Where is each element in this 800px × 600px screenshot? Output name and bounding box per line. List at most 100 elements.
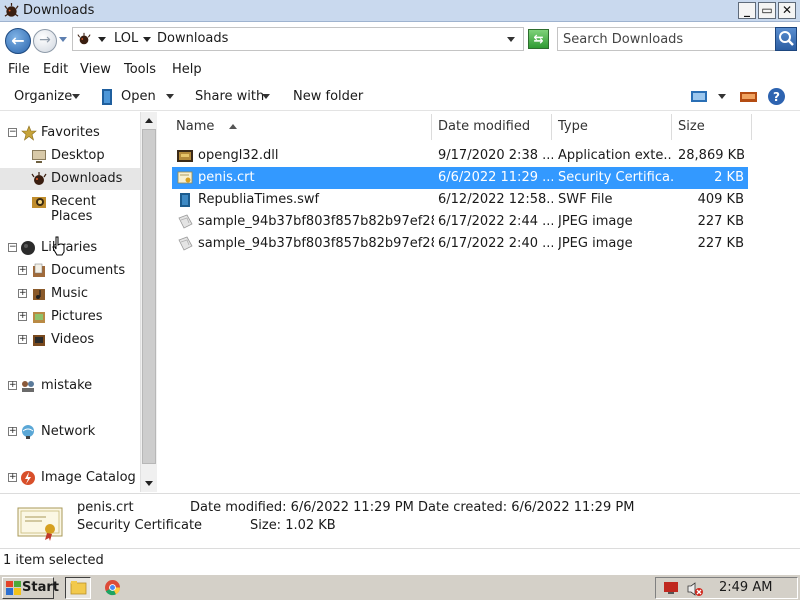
- nav-label-downloads: Downloads: [51, 171, 123, 186]
- music-icon: [33, 289, 45, 300]
- expand-icon[interactable]: +: [18, 335, 27, 344]
- file-row[interactable]: opengl32.dll 9/17/2020 2:38 ... Applicat…: [172, 145, 748, 167]
- start-button[interactable]: Start: [2, 577, 59, 599]
- videos-icon: [33, 335, 45, 346]
- nav-item-network[interactable]: + Network: [0, 421, 140, 443]
- expand-icon[interactable]: +: [8, 381, 17, 390]
- share-with-button[interactable]: Share with: [195, 89, 264, 104]
- menu-edit[interactable]: Edit: [43, 62, 68, 77]
- search-box: [557, 27, 797, 51]
- refresh-button[interactable]: ⇆: [528, 29, 549, 49]
- expand-icon[interactable]: +: [8, 427, 17, 436]
- breadcrumb-item-lol[interactable]: LOL: [114, 31, 138, 46]
- chevron-down-icon[interactable]: [98, 37, 106, 42]
- nav-item-mistake[interactable]: + mistake: [0, 375, 140, 397]
- scroll-thumb[interactable]: [142, 129, 156, 464]
- nav-item-image-catalog[interactable]: + Image Catalog: [0, 467, 140, 489]
- file-date: 6/17/2022 2:40 ...: [438, 236, 553, 251]
- expand-icon[interactable]: +: [18, 289, 27, 298]
- search-input[interactable]: [563, 30, 769, 48]
- command-bar: Organize Open Share with New folder ?: [0, 83, 800, 111]
- action-center-icon[interactable]: [663, 581, 679, 595]
- nav-label-music: Music: [51, 286, 88, 301]
- nav-item-libraries[interactable]: − Libraries: [0, 237, 140, 259]
- close-button[interactable]: ✕: [778, 2, 796, 19]
- taskbar-explorer-button[interactable]: [65, 577, 91, 599]
- breadcrumb[interactable]: LOL Downloads: [72, 27, 524, 51]
- windows-logo-icon: [6, 581, 21, 595]
- hand-cursor-icon: [52, 236, 65, 256]
- title-bar[interactable]: Downloads _ ▭ ✕: [0, 0, 800, 22]
- details-date-created: Date created: 6/6/2022 11:29 PM: [418, 500, 635, 515]
- expand-icon[interactable]: +: [18, 266, 27, 275]
- new-folder-button[interactable]: New folder: [293, 89, 363, 104]
- dll-file-icon: [177, 150, 193, 162]
- open-button[interactable]: Open: [121, 89, 156, 104]
- address-history-dropdown[interactable]: [507, 37, 515, 42]
- collapse-icon[interactable]: −: [8, 243, 17, 252]
- jpeg-file-icon: [178, 214, 193, 229]
- column-header-date-modified[interactable]: Date modified: [432, 114, 552, 140]
- minimize-button[interactable]: _: [738, 2, 756, 19]
- help-icon[interactable]: ?: [767, 87, 786, 106]
- file-row[interactable]: sample_94b37bf803f857b82b97ef280... 6/17…: [172, 233, 748, 255]
- file-row-selected[interactable]: penis.crt 6/6/2022 11:29 ... Security Ce…: [172, 167, 748, 189]
- column-header-name[interactable]: Name: [170, 114, 432, 140]
- organize-button[interactable]: Organize: [14, 89, 72, 104]
- collapse-icon[interactable]: −: [8, 128, 17, 137]
- details-file-type: Security Certificate: [77, 518, 203, 533]
- back-button[interactable]: ←: [5, 28, 31, 54]
- expand-icon[interactable]: +: [8, 473, 17, 482]
- column-label-date-modified: Date modified: [438, 119, 531, 134]
- menu-tools[interactable]: Tools: [124, 62, 156, 77]
- chevron-down-icon[interactable]: [72, 94, 80, 99]
- search-icon[interactable]: [775, 27, 797, 51]
- menu-view[interactable]: View: [80, 62, 111, 77]
- chevron-down-icon[interactable]: [262, 94, 270, 99]
- file-name: sample_94b37bf803f857b82b97ef280...: [198, 214, 434, 229]
- preview-pane-icon[interactable]: [740, 90, 757, 103]
- file-row[interactable]: RepubliaTimes.swf 6/12/2022 12:58... SWF…: [172, 189, 748, 211]
- file-date: 6/12/2022 12:58...: [438, 192, 553, 207]
- menu-help[interactable]: Help: [172, 62, 202, 77]
- nav-label-image-catalog: Image Catalog: [41, 470, 136, 485]
- recent-pages-dropdown[interactable]: [59, 37, 67, 42]
- file-date: 9/17/2020 2:38 ...: [438, 148, 553, 163]
- nav-item-favorites[interactable]: − Favorites: [0, 122, 140, 144]
- jpeg-file-icon: [178, 236, 193, 251]
- nav-item-videos[interactable]: + Videos: [0, 329, 140, 351]
- forward-button[interactable]: →: [33, 29, 57, 53]
- scroll-down-button[interactable]: [141, 475, 157, 492]
- image-catalog-icon: [21, 471, 35, 485]
- chevron-down-icon[interactable]: [718, 94, 726, 99]
- nav-item-downloads[interactable]: Downloads: [0, 168, 140, 190]
- nav-item-pictures[interactable]: + Pictures: [0, 306, 140, 328]
- column-header-type[interactable]: Type: [552, 114, 672, 140]
- folder-downloads-icon: [4, 3, 19, 17]
- file-row[interactable]: sample_94b37bf803f857b82b97ef280... 6/17…: [172, 211, 748, 233]
- maximize-button[interactable]: ▭: [758, 2, 776, 19]
- scroll-up-button[interactable]: [141, 112, 157, 129]
- nav-item-recent-places[interactable]: Recent Places: [0, 191, 140, 224]
- expand-icon[interactable]: +: [18, 312, 27, 321]
- start-label: Start: [22, 580, 59, 595]
- explorer-window: Downloads _ ▭ ✕ ← → LOL Downloads ⇆ Sear…: [0, 0, 800, 574]
- file-date: 6/17/2022 2:44 ...: [438, 214, 553, 229]
- navigation-scrollbar[interactable]: [140, 112, 157, 492]
- taskbar-chrome-button[interactable]: [100, 577, 126, 599]
- certificate-large-icon: [17, 507, 63, 541]
- nav-item-music[interactable]: + Music: [0, 283, 140, 305]
- breadcrumb-item-downloads[interactable]: Downloads: [157, 31, 228, 46]
- view-options-icon[interactable]: [691, 90, 707, 103]
- chevron-down-icon[interactable]: [143, 37, 151, 42]
- menu-file[interactable]: File: [8, 62, 30, 77]
- volume-muted-icon[interactable]: [686, 581, 704, 597]
- taskbar-clock[interactable]: 2:49 AM: [719, 580, 772, 595]
- chevron-down-icon[interactable]: [166, 94, 174, 99]
- details-pane: penis.crt Security Certificate Date modi…: [0, 493, 800, 547]
- column-header-size[interactable]: Size: [672, 114, 752, 140]
- file-name: opengl32.dll: [198, 148, 279, 163]
- window-title: Downloads: [23, 3, 95, 18]
- nav-item-desktop[interactable]: Desktop: [0, 145, 140, 167]
- nav-item-documents[interactable]: + Documents: [0, 260, 140, 282]
